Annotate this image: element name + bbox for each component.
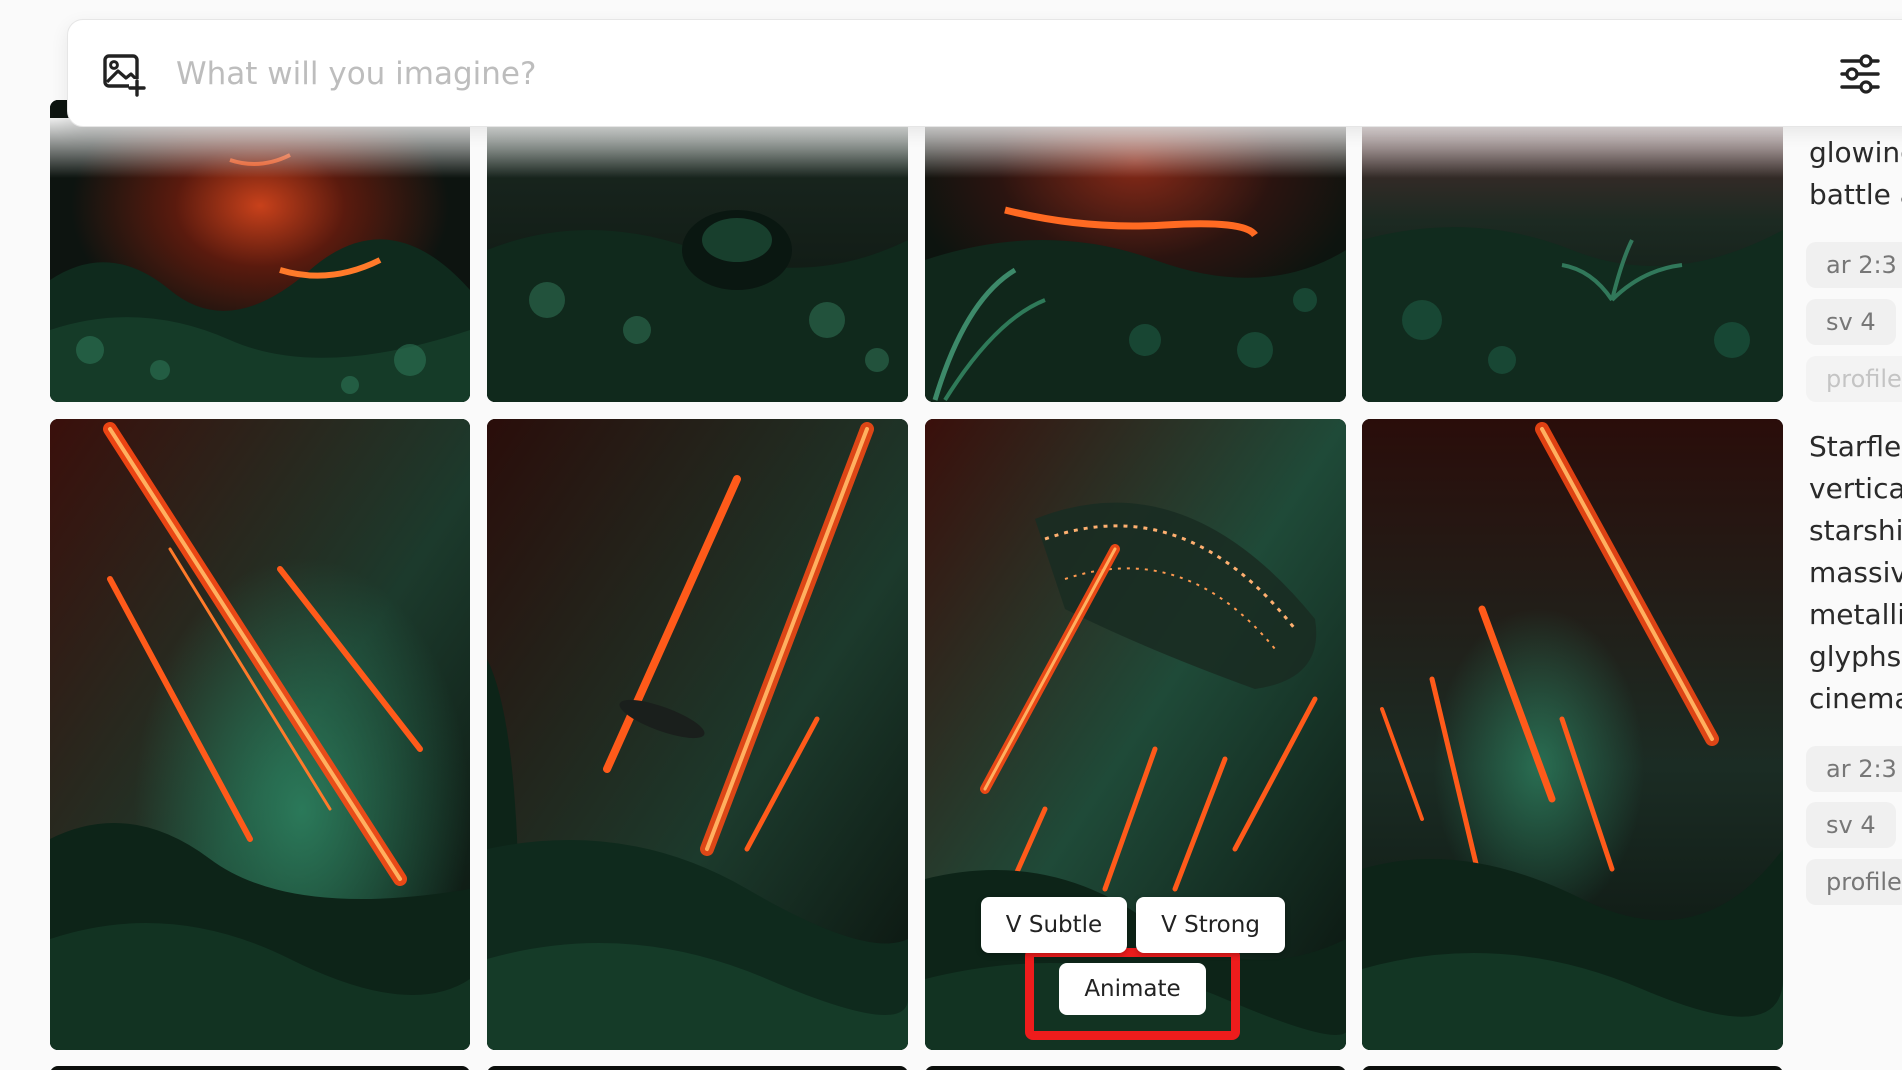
- param-chip-ar[interactable]: ar 2:3: [1806, 242, 1902, 288]
- prompt2-line-1: Starflee: [1809, 430, 1902, 463]
- prompt2-line-4: massiv: [1809, 556, 1902, 589]
- prompt1-line-2: battle a: [1809, 178, 1902, 211]
- v-subtle-button[interactable]: V Subtle: [981, 897, 1127, 953]
- animate-button[interactable]: Animate: [1059, 963, 1206, 1015]
- image-tile-row3-3[interactable]: [925, 1066, 1346, 1070]
- image-tile-row3-1[interactable]: [50, 1066, 470, 1070]
- param-chip-profile-2[interactable]: profile: [1806, 859, 1902, 905]
- image-tile-top-4[interactable]: [1362, 100, 1783, 402]
- image-tile-row3-4[interactable]: [1362, 1066, 1783, 1070]
- image-tile-bottom-3[interactable]: [925, 419, 1346, 1050]
- image-add-icon[interactable]: [101, 51, 147, 97]
- sliders-settings-icon[interactable]: [1838, 52, 1882, 96]
- image-tile-bottom-4[interactable]: [1362, 419, 1783, 1050]
- param-chip-ar-2[interactable]: ar 2:3: [1806, 746, 1902, 792]
- prompt-details-panel: glowing battle a ar 2:3 sv 4 profile Sta…: [1790, 0, 1902, 1070]
- prompt1-line-1: glowing: [1809, 136, 1902, 169]
- prompt-input[interactable]: [174, 48, 1778, 100]
- prompt2-line-5: metallic: [1809, 598, 1902, 631]
- param-chip-profile[interactable]: profile: [1806, 356, 1902, 402]
- prompt2-line-3: starshi: [1809, 514, 1902, 547]
- param-chip-sv[interactable]: sv 4: [1806, 299, 1896, 345]
- image-tile-top-1[interactable]: [50, 100, 470, 402]
- app-stage: V Subtle V Strong Animate glowing battle…: [0, 0, 1902, 1070]
- prompt2-line-6: glyphs,: [1809, 640, 1902, 673]
- image-tile-top-3[interactable]: [925, 100, 1346, 402]
- image-tile-top-2[interactable]: [487, 100, 908, 402]
- param-chip-sv-2[interactable]: sv 4: [1806, 802, 1896, 848]
- image-tile-bottom-2[interactable]: [487, 419, 908, 1050]
- prompt-bar: [67, 19, 1902, 127]
- prompt2-line-7: cinema: [1809, 682, 1902, 715]
- image-tile-bottom-1[interactable]: [50, 419, 470, 1050]
- prompt2-line-2: vertica: [1809, 472, 1902, 505]
- image-tile-row3-2[interactable]: [487, 1066, 908, 1070]
- v-strong-button[interactable]: V Strong: [1136, 897, 1285, 953]
